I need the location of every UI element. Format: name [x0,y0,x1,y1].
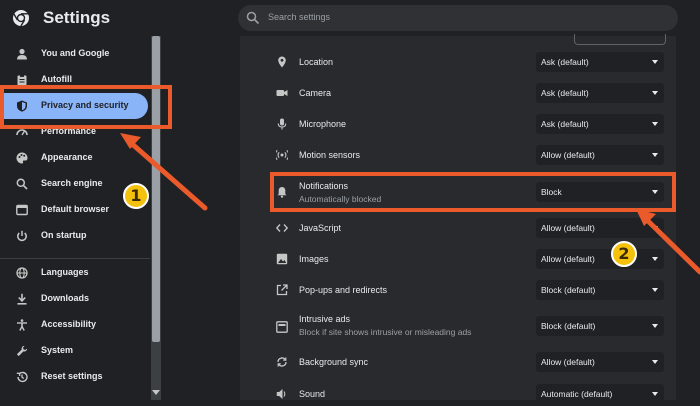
step-badge-2: 2 [611,241,637,267]
annotation-arrows [120,133,700,275]
step-badge-1: 1 [123,183,149,209]
arrow-2-icon [636,209,700,275]
